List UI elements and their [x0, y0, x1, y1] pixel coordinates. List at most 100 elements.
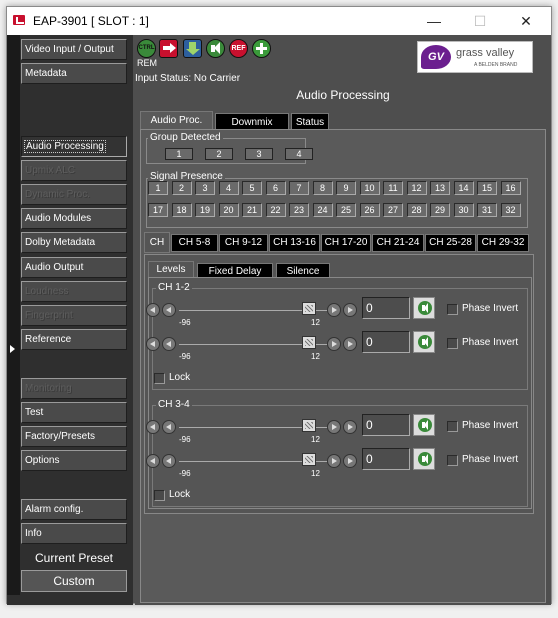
- signal-indicator: 25: [336, 203, 356, 217]
- nav-item-label: Audio Modules: [25, 213, 92, 224]
- step-back-button[interactable]: [162, 337, 176, 351]
- level-slider-thumb[interactable]: [302, 302, 316, 315]
- grass-valley-logo: GV grass valley A BELDEN BRAND: [417, 41, 533, 73]
- minimize-button[interactable]: —: [411, 7, 457, 35]
- phase-invert-checkbox[interactable]: [447, 455, 458, 466]
- stop-icon[interactable]: [159, 39, 178, 58]
- nav-item-metadata[interactable]: Metadata: [21, 63, 127, 84]
- step-back-button[interactable]: [162, 303, 176, 317]
- nav-item-label: Fingerprint: [25, 310, 73, 321]
- slider-max-label: 12: [311, 352, 320, 361]
- nav-item-label: Video Input / Output: [25, 44, 114, 55]
- download-icon[interactable]: [183, 39, 202, 58]
- input-status: Input Status: No Carrier: [135, 73, 241, 84]
- lock-checkbox[interactable]: [154, 490, 165, 501]
- level-value-input[interactable]: 0: [362, 297, 410, 319]
- channel-group-title: CH 3-4: [156, 399, 192, 410]
- tab-downmix[interactable]: Downmix: [215, 113, 289, 130]
- channel-tab-ch-21-24[interactable]: CH 21-24: [372, 234, 424, 252]
- level-slider-thumb[interactable]: [302, 336, 316, 349]
- channel-tab-ch-5-8[interactable]: CH 5-8: [171, 234, 218, 252]
- speaker-icon[interactable]: [413, 448, 435, 470]
- step-back-button[interactable]: [162, 420, 176, 434]
- app-window: EAP-3901 [ SLOT : 1] — ☐ ✕ Video Input /…: [6, 6, 552, 605]
- step-back-fast-button[interactable]: [146, 454, 160, 468]
- ref-label: REF: [231, 45, 246, 52]
- nav-item-test[interactable]: Test: [21, 402, 127, 423]
- nav-item-reference[interactable]: Reference: [21, 329, 127, 350]
- title-bar[interactable]: EAP-3901 [ SLOT : 1] — ☐ ✕: [7, 7, 551, 35]
- slider-min-label: -96: [179, 318, 191, 327]
- channel-tab-ch-25-28[interactable]: CH 25-28: [425, 234, 476, 252]
- phase-invert-checkbox[interactable]: [447, 338, 458, 349]
- ctrl-label: CTRL: [138, 45, 155, 51]
- level-value-input[interactable]: 0: [362, 414, 410, 436]
- audio-icon[interactable]: [206, 39, 225, 58]
- signal-indicator: 27: [383, 203, 403, 217]
- ctrl-icon[interactable]: CTRL: [137, 39, 156, 58]
- step-back-fast-button[interactable]: [146, 337, 160, 351]
- group-detected-indicator: 1: [165, 148, 193, 160]
- speaker-icon[interactable]: [413, 414, 435, 436]
- signal-indicator: 11: [383, 181, 403, 195]
- step-forward-fast-button[interactable]: [343, 454, 357, 468]
- nav-item-audio-modules[interactable]: Audio Modules: [21, 208, 127, 229]
- step-forward-button[interactable]: [327, 454, 341, 468]
- subtab-levels[interactable]: Levels: [148, 261, 194, 278]
- channel-tab-ch-1-4[interactable]: CH 1-4: [144, 232, 170, 267]
- step-back-fast-button[interactable]: [146, 420, 160, 434]
- phase-invert-checkbox[interactable]: [447, 421, 458, 432]
- signal-indicator: 15: [477, 181, 497, 195]
- signal-indicator: 29: [430, 203, 450, 217]
- collapse-strip[interactable]: [7, 35, 20, 595]
- nav-item-label: Loudness: [25, 286, 69, 297]
- add-icon[interactable]: [252, 39, 271, 58]
- nav-item-audio-output[interactable]: Audio Output: [21, 257, 127, 278]
- speaker-icon[interactable]: [413, 331, 435, 353]
- level-value-input[interactable]: 0: [362, 448, 410, 470]
- signal-indicator: 6: [265, 181, 286, 195]
- nav-item-factory-presets[interactable]: Factory/Presets: [21, 426, 127, 447]
- nav-item-video-input-output[interactable]: Video Input / Output: [21, 39, 127, 60]
- step-back-button[interactable]: [162, 454, 176, 468]
- channel-tab-ch-13-16[interactable]: CH 13-16: [269, 234, 320, 252]
- level-slider-thumb[interactable]: [302, 419, 316, 432]
- current-preset-value[interactable]: Custom: [21, 570, 127, 592]
- speaker-icon[interactable]: [413, 297, 435, 319]
- signal-indicator: 5: [242, 181, 262, 195]
- expand-arrow-icon[interactable]: [10, 345, 15, 353]
- group-detected-title: Group Detected: [148, 132, 223, 143]
- maximize-button[interactable]: ☐: [457, 7, 503, 35]
- signal-indicator: 23: [289, 203, 309, 217]
- ref-icon[interactable]: REF: [229, 39, 248, 58]
- close-button[interactable]: ✕: [503, 7, 549, 35]
- channel-tab-ch-29-32[interactable]: CH 29-32: [477, 234, 529, 252]
- level-slider-thumb[interactable]: [302, 453, 316, 466]
- step-forward-fast-button[interactable]: [343, 337, 357, 351]
- lock-checkbox[interactable]: [154, 373, 165, 384]
- nav-item-dolby-metadata[interactable]: Dolby Metadata: [21, 232, 127, 253]
- nav-item-options[interactable]: Options: [21, 450, 127, 471]
- step-forward-fast-button[interactable]: [343, 303, 357, 317]
- tab-audio-proc[interactable]: Audio Proc.: [140, 111, 213, 130]
- channel-tab-ch-17-20[interactable]: CH 17-20: [321, 234, 371, 252]
- step-forward-fast-button[interactable]: [343, 420, 357, 434]
- step-forward-button[interactable]: [327, 337, 341, 351]
- step-forward-button[interactable]: [327, 420, 341, 434]
- level-value-input[interactable]: 0: [362, 331, 410, 353]
- signal-indicator: 3: [195, 181, 215, 195]
- signal-indicator: 12: [406, 181, 427, 195]
- channel-tab-ch-9-12[interactable]: CH 9-12: [219, 234, 268, 252]
- phase-invert-checkbox[interactable]: [447, 304, 458, 315]
- step-forward-button[interactable]: [327, 303, 341, 317]
- signal-indicator: 16: [500, 181, 521, 195]
- nav-item-audio-processing[interactable]: Audio Processing: [21, 136, 127, 157]
- nav-item-label: Upmix ALC: [25, 165, 76, 176]
- phase-invert-label: Phase Invert: [462, 337, 519, 348]
- tab-status[interactable]: Status: [291, 113, 329, 130]
- nav-item-info[interactable]: Info: [21, 523, 127, 544]
- nav-item-alarm-config[interactable]: Alarm config.: [21, 499, 127, 520]
- window-title: EAP-3901 [ SLOT : 1]: [33, 14, 149, 28]
- group-detected-indicator: 4: [285, 148, 313, 160]
- step-back-fast-button[interactable]: [146, 303, 160, 317]
